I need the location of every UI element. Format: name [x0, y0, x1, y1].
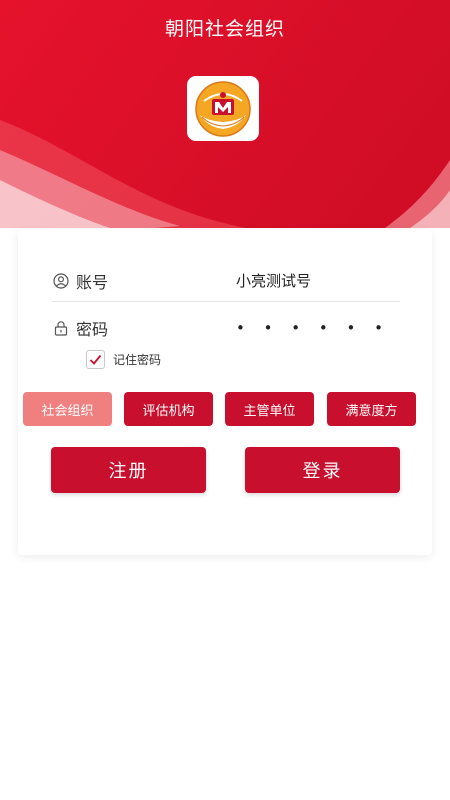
register-button[interactable]: 注册 [51, 447, 206, 493]
password-label: 密码 [76, 320, 109, 339]
account-label: 账号 [76, 272, 109, 292]
login-button[interactable]: 登录 [245, 447, 400, 493]
account-value[interactable]: 小亮测试号 [236, 270, 311, 291]
app-logo [187, 76, 259, 141]
checkmark-icon [89, 354, 102, 365]
role-selector: 社会组织 评估机构 主管单位 满意度方 [23, 392, 427, 426]
role-tab-social-org[interactable]: 社会组织 [23, 392, 112, 426]
lock-icon [52, 319, 70, 337]
remember-label: 记住密码 [113, 353, 162, 367]
user-icon [52, 272, 70, 290]
mca-emblem-icon [195, 80, 251, 137]
role-tab-supervisor-unit[interactable]: 主管单位 [225, 392, 314, 426]
remember-password[interactable]: 记住密码 [86, 350, 161, 369]
password-field[interactable]: 密码 • • • • • • [52, 308, 400, 348]
app-title: 朝阳社会组织 [164, 18, 285, 40]
role-tab-assessment-agency[interactable]: 评估机构 [124, 392, 213, 426]
login-card: 账号 小亮测试号 密码 • • • • • • 记住密码 社会组织 评估机构 主… [18, 230, 432, 555]
remember-checkbox[interactable] [86, 350, 105, 369]
role-tab-satisfaction[interactable]: 满意度方 [327, 392, 416, 426]
password-value[interactable]: • • • • • • [236, 319, 390, 337]
account-field[interactable]: 账号 小亮测试号 [52, 260, 400, 302]
